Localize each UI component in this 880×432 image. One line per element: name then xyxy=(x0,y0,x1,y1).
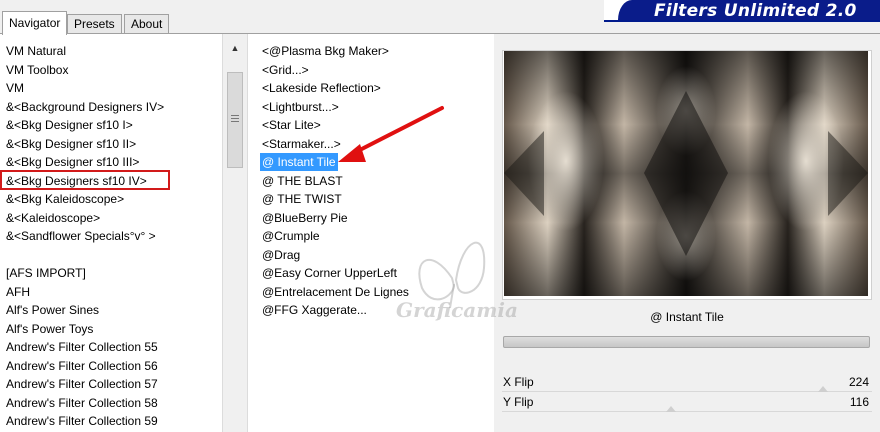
filter-item[interactable]: @Entrelacement De Lignes xyxy=(260,283,411,301)
category-item[interactable]: Alf's Power Toys xyxy=(6,320,93,338)
filter-item[interactable]: <Star Lite> xyxy=(260,116,323,134)
category-item[interactable]: &<Bkg Designer sf10 I> xyxy=(6,116,133,134)
slider-track[interactable] xyxy=(502,391,872,392)
filter-item[interactable]: <Starmaker...> xyxy=(260,135,343,153)
category-item[interactable]: [AFS IMPORT] xyxy=(6,264,86,282)
banner-bar: Filters Unlimited 2.0 xyxy=(618,0,880,21)
slider-label: X Flip xyxy=(503,375,534,389)
filter-item-selected[interactable]: @ Instant Tile xyxy=(260,153,338,171)
slider-y-flip[interactable]: Y Flip 116 xyxy=(502,394,872,412)
slider-x-flip[interactable]: X Flip 224 xyxy=(502,374,872,392)
filter-item[interactable]: <Grid...> xyxy=(260,61,311,79)
category-item[interactable]: Andrew's Filter Collection 57 xyxy=(6,375,158,393)
filter-item[interactable]: @ THE TWIST xyxy=(260,190,344,208)
category-item[interactable]: Andrew's Filter Collection 55 xyxy=(6,338,158,356)
banner-title: Filters Unlimited 2.0 xyxy=(654,1,857,21)
scroll-up-arrow-icon[interactable]: ▲ xyxy=(227,42,243,54)
preview-panel: @ Instant Tile X Flip 224 Y Flip 116 xyxy=(494,34,880,432)
category-item[interactable]: &<Bkg Kaleidoscope> xyxy=(6,190,124,208)
slider-knob[interactable] xyxy=(666,406,676,412)
slider-track[interactable] xyxy=(502,411,872,412)
category-scrollbar[interactable]: ▲ xyxy=(222,34,248,432)
watermark-text: Graficamia xyxy=(396,298,518,322)
category-item-selected[interactable]: &<Bkg Designers sf10 IV> xyxy=(6,172,147,190)
filter-item[interactable]: @Crumple xyxy=(260,227,322,245)
filter-item[interactable]: <Lightburst...> xyxy=(260,98,341,116)
progress-bar xyxy=(503,336,870,348)
tab-navigator[interactable]: Navigator xyxy=(2,11,68,35)
category-item[interactable]: VM Natural xyxy=(6,42,66,60)
preview-filter-name: @ Instant Tile xyxy=(650,310,724,324)
filter-item[interactable]: @BlueBerry Pie xyxy=(260,209,350,227)
slider-value: 224 xyxy=(848,375,869,389)
category-item[interactable]: VM xyxy=(6,79,24,97)
preview-image[interactable] xyxy=(504,51,868,296)
filter-item[interactable]: <@Plasma Bkg Maker> xyxy=(260,42,391,60)
filter-item[interactable]: @Easy Corner UpperLeft xyxy=(260,264,399,282)
filter-item[interactable]: @FFG Xaggerate... xyxy=(260,301,369,319)
filter-item[interactable]: <Lakeside Reflection> xyxy=(260,79,383,97)
category-list[interactable]: VM Natural VM Toolbox VM &<Background De… xyxy=(0,34,222,432)
slider-label: Y Flip xyxy=(503,395,534,409)
slider-value: 116 xyxy=(849,395,869,409)
category-item[interactable]: &<Background Designers IV> xyxy=(6,98,164,116)
filter-list[interactable]: <@Plasma Bkg Maker> <Grid...> <Lakeside … xyxy=(248,34,494,432)
app-banner: Filters Unlimited 2.0 xyxy=(604,0,880,22)
category-item[interactable]: &<Bkg Designer sf10 II> xyxy=(6,135,136,153)
category-item[interactable]: &<Bkg Designer sf10 III> xyxy=(6,153,139,171)
category-item[interactable]: Andrew's Filter Collection 59 xyxy=(6,412,158,430)
filter-item[interactable]: @ THE BLAST xyxy=(260,172,345,190)
category-item[interactable]: Andrew's Filter Collection 56 xyxy=(6,357,158,375)
category-item[interactable]: &<Kaleidoscope> xyxy=(6,209,100,227)
category-item[interactable]: Andrew's Filter Collection 58 xyxy=(6,394,158,412)
category-item[interactable]: AFH xyxy=(6,283,30,301)
tab-about[interactable]: About xyxy=(124,14,170,34)
scroll-thumb[interactable] xyxy=(227,72,243,168)
category-item[interactable]: Alf's Power Sines xyxy=(6,301,99,319)
grip-icon xyxy=(231,115,239,123)
filter-item[interactable]: @Drag xyxy=(260,246,302,264)
category-item[interactable]: &<Sandflower Specials°v° > xyxy=(6,227,156,245)
category-item[interactable]: VM Toolbox xyxy=(6,61,68,79)
tab-presets[interactable]: Presets xyxy=(67,14,122,34)
slider-knob[interactable] xyxy=(818,386,828,392)
